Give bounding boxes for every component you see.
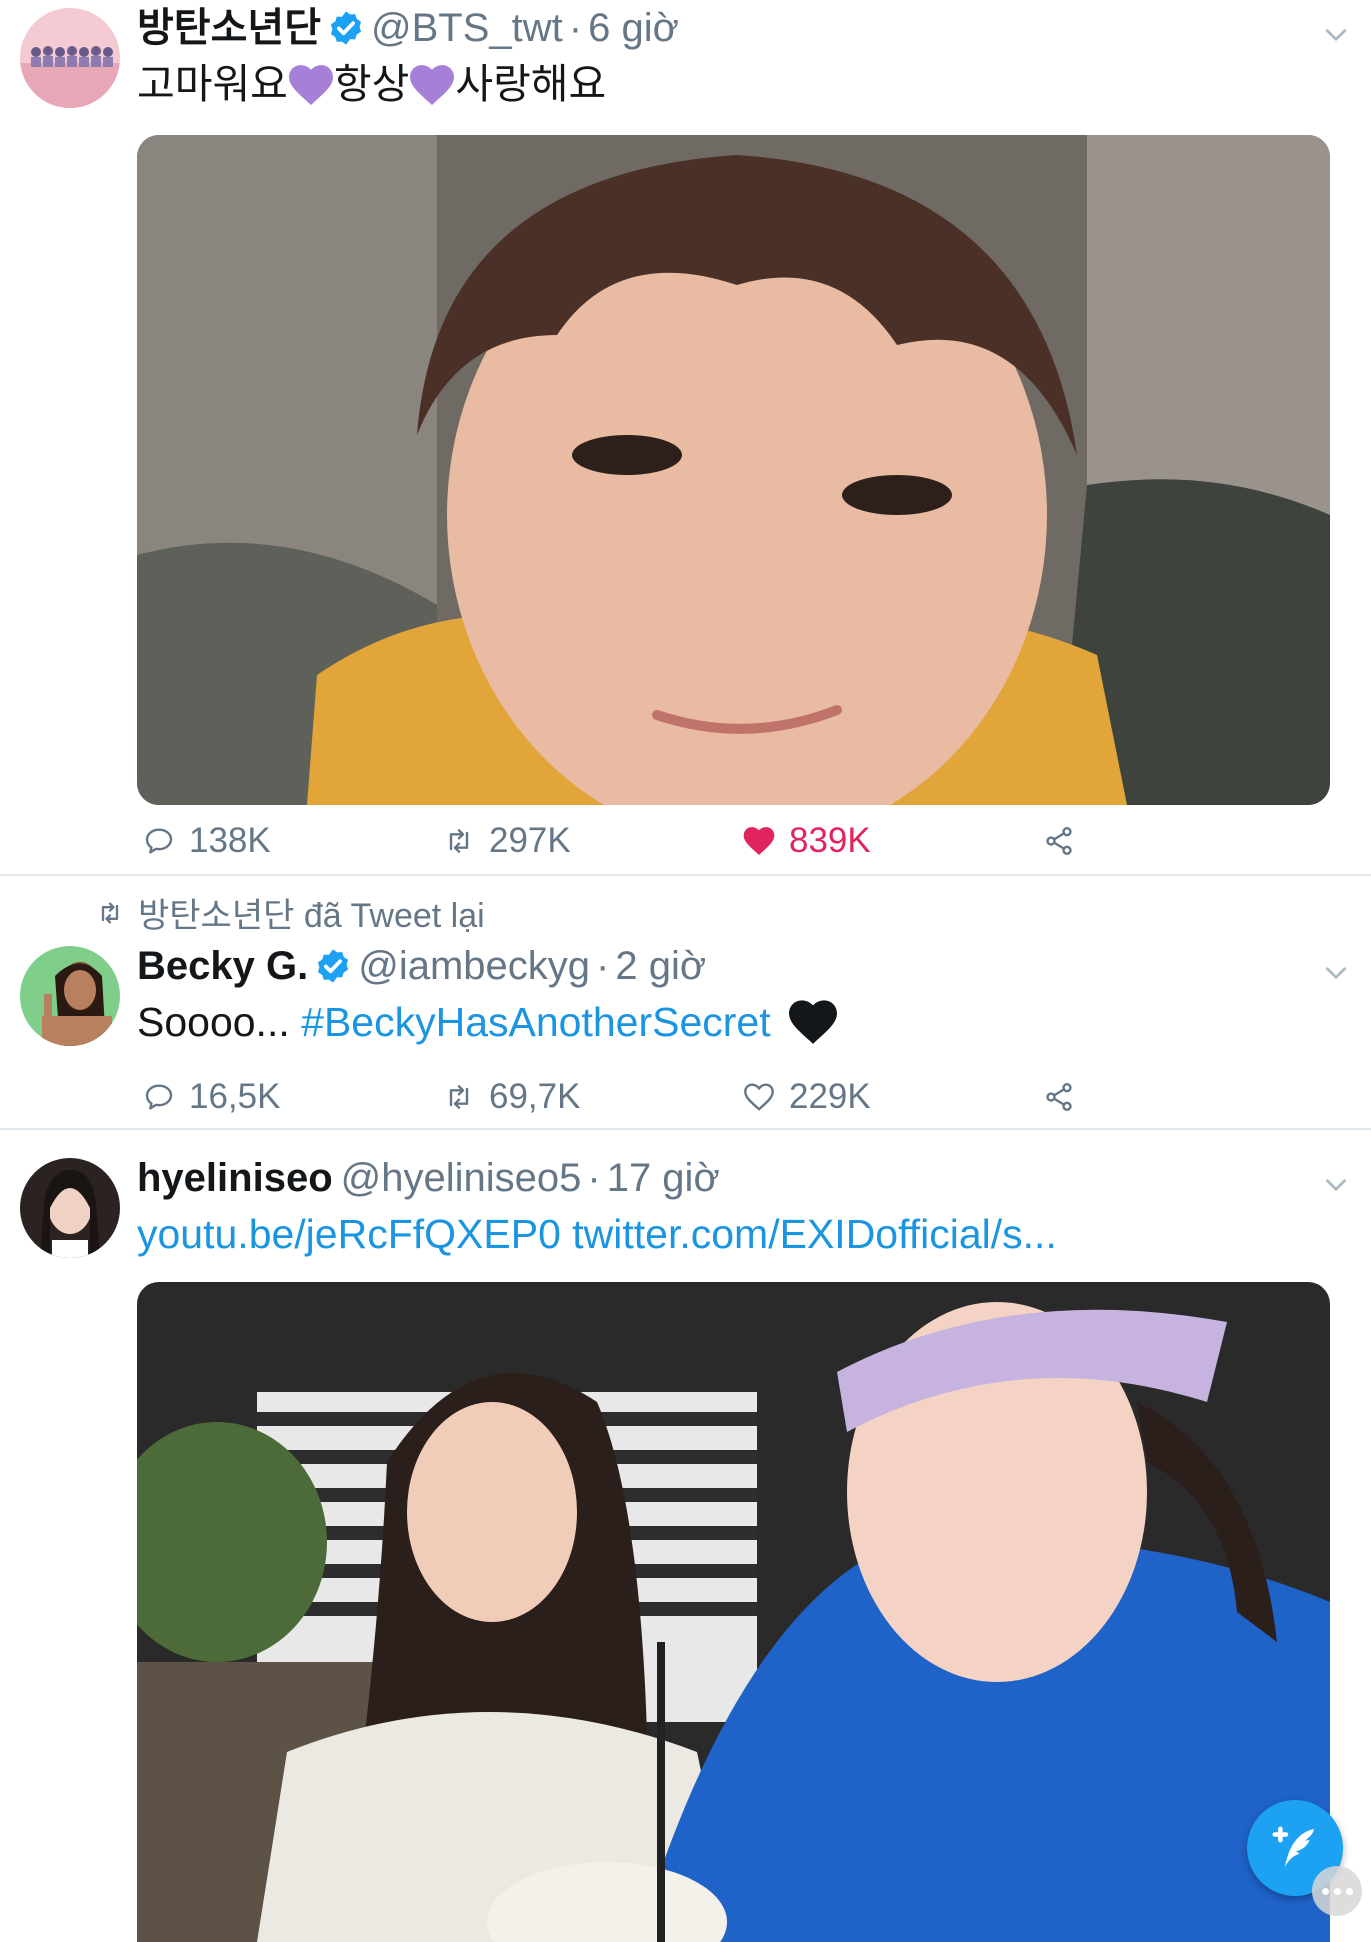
user-handle[interactable]: @BTS_twt — [371, 6, 563, 50]
text-part-3: 사랑해요 — [455, 61, 607, 107]
reply-count: 16,5K — [189, 1077, 281, 1116]
tweet-hyeliniseo[interactable]: hyeliniseo @hyeliniseo5 · 17 giờ youtu.be/j… — [0, 1130, 1371, 1942]
retweet-icon — [101, 902, 119, 923]
share-icon — [1046, 827, 1072, 855]
hashtag-link[interactable]: #BeckyHasAnotherSecret — [301, 999, 770, 1045]
purple-heart-icon — [288, 65, 333, 106]
avatar-hyeliniseo[interactable] — [20, 1158, 120, 1258]
retweet-button[interactable]: 297K — [443, 818, 571, 864]
reply-button[interactable]: 138K — [143, 818, 271, 864]
heart-icon — [743, 827, 775, 855]
share-icon — [1046, 1083, 1072, 1111]
tweet-photo-two-women[interactable] — [137, 1282, 1330, 1942]
tweet-becky[interactable]: 방탄소년단 đã Tweet lại Becky G. @iambeckyg · 2 … — [0, 876, 1371, 1128]
separator-dot: · — [587, 1156, 601, 1200]
reply-icon — [145, 828, 173, 854]
tweet-actions: 138K 297K 839K — [137, 818, 1137, 864]
more-options-icon[interactable] — [1312, 1866, 1362, 1916]
retweet-context: 방탄소년단 đã Tweet lại — [96, 888, 485, 937]
tweet-text: 고마워요 항상 사랑해요 — [137, 58, 606, 110]
tweet-time[interactable]: 2 giờ — [615, 944, 706, 988]
black-heart-icon — [789, 1000, 837, 1044]
share-button[interactable] — [1043, 818, 1089, 864]
heart-icon — [744, 1083, 774, 1111]
tweet-time[interactable]: 17 giờ — [607, 1156, 720, 1200]
separator-dot: · — [568, 6, 583, 50]
tweet-bts[interactable]: 방탄소년단 @BTS_twt · 6 giờ 고마워요 항상 사랑해요 138K 297K — [0, 0, 1371, 876]
reply-button[interactable]: 16,5K — [143, 1074, 280, 1120]
tweet-header: Becky G. @iambeckyg · 2 giờ — [137, 942, 706, 990]
like-button[interactable]: 839K — [743, 818, 871, 864]
display-name[interactable]: 방탄소년단 — [137, 6, 321, 50]
retweet-icon — [449, 829, 469, 853]
chevron-down-icon[interactable] — [1323, 22, 1349, 48]
youtube-link[interactable]: youtu.be/jeRcFfQXEP0 — [137, 1211, 561, 1257]
tweet-header: hyeliniseo @hyeliniseo5 · 17 giờ — [137, 1154, 720, 1202]
like-button[interactable]: 229K — [743, 1074, 871, 1120]
tweet-photo-selfie[interactable] — [137, 135, 1330, 805]
verified-badge-icon — [314, 947, 352, 985]
retweet-button[interactable]: 69,7K — [443, 1074, 580, 1120]
chevron-down-icon[interactable] — [1323, 1172, 1349, 1198]
like-count: 229K — [789, 1077, 871, 1116]
display-name[interactable]: Becky G. — [137, 944, 308, 988]
retweet-count: 297K — [489, 821, 571, 860]
verified-badge-icon — [327, 9, 365, 47]
retweet-count: 69,7K — [489, 1077, 581, 1116]
tweet-text: Soooo... #BeckyHasAnotherSecret — [137, 996, 838, 1048]
like-count: 839K — [789, 821, 871, 860]
avatar-bts[interactable] — [20, 8, 120, 108]
tweet-text-plain: Soooo... — [137, 999, 290, 1045]
tweet-time[interactable]: 6 giờ — [588, 6, 679, 50]
compose-tweet-icon — [1272, 1826, 1315, 1868]
reply-icon — [145, 1084, 173, 1110]
share-button[interactable] — [1043, 1074, 1089, 1120]
avatar-becky[interactable] — [20, 946, 120, 1046]
chevron-down-icon[interactable] — [1323, 960, 1349, 986]
reply-count: 138K — [189, 821, 271, 860]
display-name[interactable]: hyeliniseo — [137, 1156, 333, 1200]
tweet-text: youtu.be/jeRcFfQXEP0 twitter.com/EXIDoff… — [137, 1208, 1057, 1260]
retweet-icon — [449, 1085, 469, 1109]
text-part-2: 항상 — [333, 61, 410, 107]
text-part-1: 고마워요 — [137, 61, 288, 107]
purple-heart-icon — [410, 65, 455, 106]
separator-dot: · — [596, 944, 610, 988]
retweet-context-text[interactable]: 방탄소년단 đã Tweet lại — [138, 888, 485, 937]
user-handle[interactable]: @hyeliniseo5 — [341, 1156, 582, 1200]
tweet-header: 방탄소년단 @BTS_twt · 6 giờ — [137, 4, 679, 52]
user-handle[interactable]: @iambeckyg — [358, 944, 590, 988]
tweet-actions: 16,5K 69,7K 229K — [137, 1074, 1137, 1120]
twitter-link[interactable]: twitter.com/EXIDofficial/s... — [572, 1211, 1057, 1257]
